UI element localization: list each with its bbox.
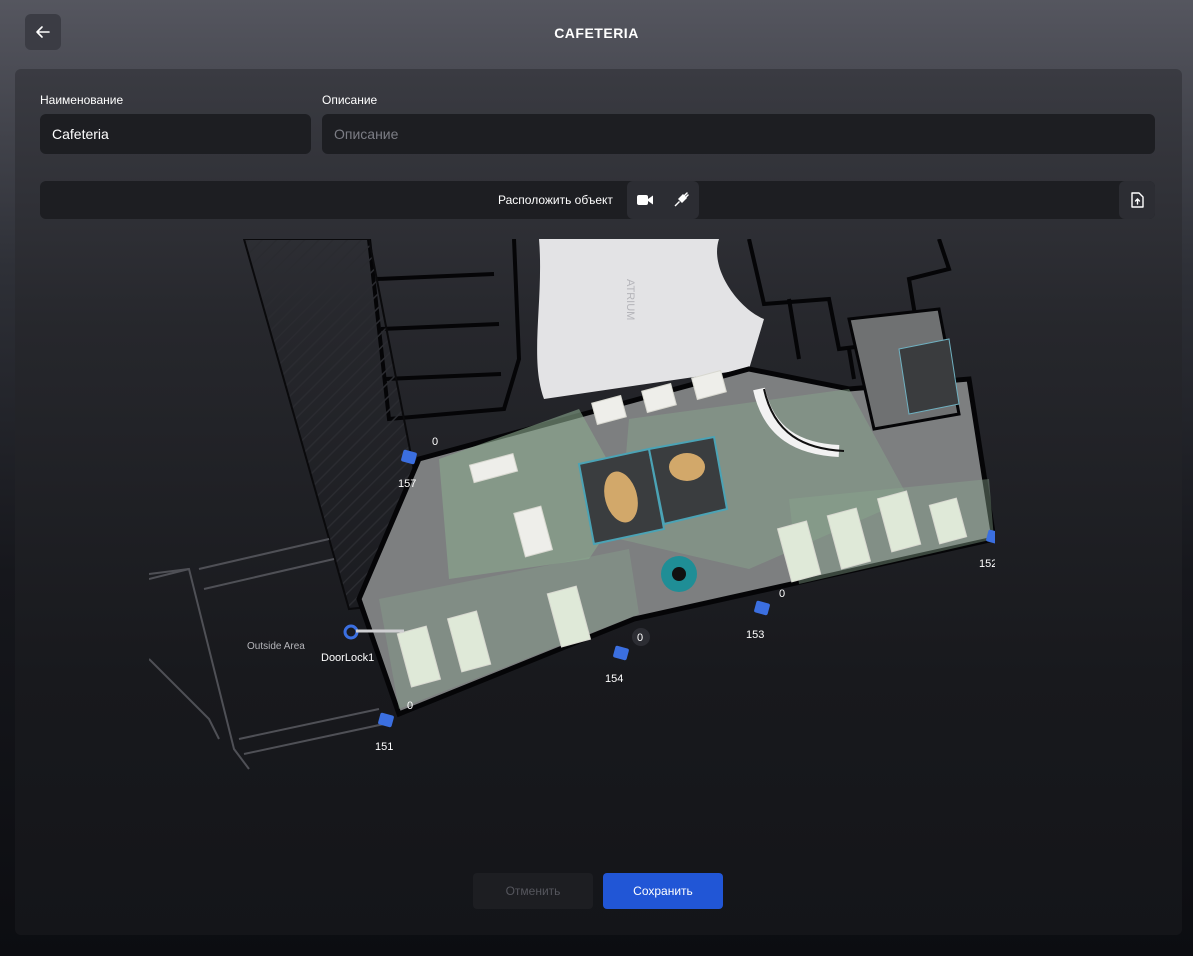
place-lock-button[interactable] — [663, 181, 699, 219]
upload-file-icon — [1131, 192, 1144, 208]
device-154[interactable]: 154 0 — [605, 628, 650, 685]
device-151[interactable]: 151 0 — [375, 700, 413, 753]
place-camera-button[interactable] — [627, 181, 663, 219]
doorlock-1-label: DoorLock1 — [321, 652, 374, 664]
cancel-button[interactable]: Отменить — [473, 873, 593, 909]
device-153-label: 153 — [746, 629, 764, 641]
device-154-label: 154 — [605, 673, 623, 685]
description-label: Описание — [322, 93, 378, 107]
device-157-label: 157 — [398, 478, 416, 490]
name-input[interactable] — [40, 114, 311, 154]
device-154-count: 0 — [637, 632, 643, 644]
device-153-count: 0 — [779, 588, 785, 600]
upload-plan-button[interactable] — [1119, 181, 1155, 219]
device-153[interactable]: 153 0 — [746, 588, 785, 641]
device-157-count: 0 — [432, 436, 438, 448]
place-object-toolbar: Расположить объект — [40, 181, 1155, 219]
name-label: Наименование — [40, 93, 124, 107]
page-title: CAFETERIA — [554, 25, 639, 41]
device-152-label: 152 — [979, 558, 995, 570]
outside-area-label: Outside Area — [247, 641, 305, 652]
plug-icon — [674, 192, 689, 207]
device-151-count: 0 — [407, 700, 413, 712]
floor-plan[interactable]: ATRIUM Outside Area 157 0 152 153 0 154 … — [149, 239, 995, 799]
device-151-label: 151 — [375, 741, 393, 753]
description-input[interactable] — [322, 114, 1155, 154]
atrium-label: ATRIUM — [624, 279, 636, 320]
edit-panel: Наименование Описание Расположить объект — [15, 69, 1182, 935]
save-button[interactable]: Сохранить — [603, 873, 723, 909]
video-camera-icon — [637, 195, 653, 205]
place-object-label: Расположить объект — [498, 193, 613, 207]
